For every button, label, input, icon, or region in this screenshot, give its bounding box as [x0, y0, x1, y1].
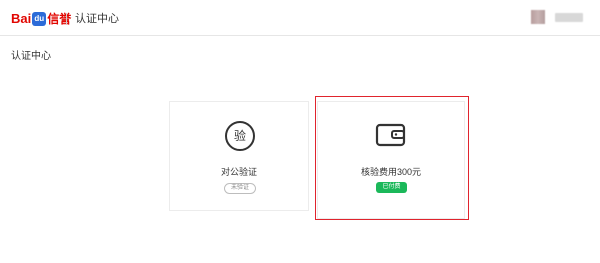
status-badge-unverified: 未验证	[224, 183, 256, 194]
card-label-corporate: 对公验证	[220, 167, 257, 177]
page-title: 认证中心	[11, 51, 51, 62]
wallet-icon	[375, 123, 406, 147]
header-divider	[66, 13, 67, 25]
status-badge-paid: 已付费	[376, 182, 407, 193]
verify-character-icon: 验	[225, 121, 255, 151]
user-avatar[interactable]	[531, 10, 545, 24]
user-name-blurred[interactable]	[555, 13, 583, 22]
card-label-fee: 核验费用300元	[360, 167, 422, 177]
verification-fee-card[interactable]: 核验费用300元 已付费	[317, 101, 465, 219]
corporate-verification-card[interactable]: 验 对公验证 未验证	[169, 101, 309, 211]
baidu-xinyu-logo[interactable]: Bai du 信誉	[11, 11, 71, 27]
logo-paw-icon: du	[32, 12, 47, 26]
app-title: 认证中心	[75, 13, 119, 25]
logo-text-xinyu: 信誉	[47, 12, 72, 26]
logo-text-bai: Bai	[11, 11, 32, 26]
top-header: Bai du 信誉 认证中心	[0, 0, 600, 36]
